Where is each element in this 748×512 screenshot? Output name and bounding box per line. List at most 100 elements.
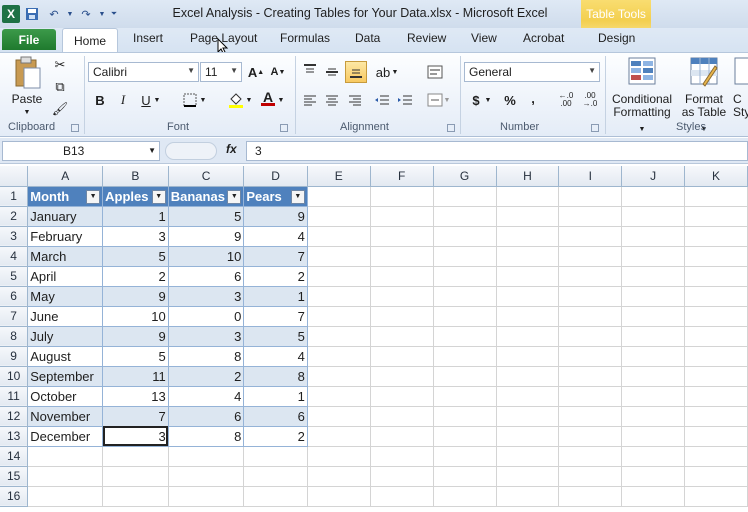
cell[interactable] [621, 446, 686, 467]
tab-file[interactable]: File [2, 29, 56, 50]
cell[interactable]: 1 [243, 386, 308, 407]
cell[interactable] [433, 406, 497, 427]
cell[interactable]: Pears ▼ [243, 186, 308, 207]
cell[interactable] [558, 306, 623, 327]
cell[interactable] [307, 366, 371, 387]
cell[interactable]: 5 [243, 326, 308, 347]
tab-review[interactable]: Review [407, 31, 446, 45]
cell[interactable]: 4 [168, 386, 245, 407]
column-header[interactable]: E [307, 166, 371, 187]
cell[interactable]: 8 [168, 426, 245, 447]
cell[interactable] [433, 466, 497, 487]
cell[interactable]: 2 [243, 426, 308, 447]
align-left-icon[interactable] [300, 90, 320, 110]
formula-bar-resize-handle[interactable] [165, 142, 217, 160]
tab-acrobat[interactable]: Acrobat [523, 31, 564, 45]
cell[interactable] [558, 326, 623, 347]
cell[interactable] [496, 286, 560, 307]
number-launcher-icon[interactable] [591, 124, 599, 132]
cell[interactable]: 7 [102, 406, 169, 427]
tab-data[interactable]: Data [355, 31, 380, 45]
cell[interactable] [370, 286, 434, 307]
cell[interactable] [684, 406, 748, 427]
cell[interactable] [558, 486, 623, 507]
cell[interactable] [168, 486, 245, 507]
cell[interactable] [558, 386, 623, 407]
cell[interactable] [307, 486, 371, 507]
conditional-formatting-button[interactable]: Conditional Formatting ▼ [609, 56, 675, 136]
cell[interactable]: February [27, 226, 104, 247]
cell[interactable] [621, 426, 686, 447]
tab-view[interactable]: View [471, 31, 497, 45]
cell[interactable]: 4 [243, 226, 308, 247]
cell[interactable] [684, 186, 748, 207]
cell[interactable]: 6 [243, 406, 308, 427]
row-header[interactable]: 1 [0, 186, 29, 207]
filter-dropdown-icon[interactable]: ▼ [86, 189, 101, 204]
cell[interactable] [370, 226, 434, 247]
align-bottom-icon[interactable] [345, 61, 367, 83]
cell[interactable]: 13 [102, 386, 169, 407]
column-header[interactable]: F [370, 166, 434, 187]
cell[interactable] [307, 386, 371, 407]
cell[interactable] [496, 426, 560, 447]
cell[interactable] [307, 206, 371, 227]
cell[interactable]: Apples ▼ [102, 186, 169, 207]
cell[interactable]: Bananas ▼ [168, 186, 245, 207]
cell[interactable] [433, 226, 497, 247]
underline-dropdown-icon[interactable]: ▼ [152, 90, 162, 110]
cell[interactable] [370, 486, 434, 507]
borders-dropdown-icon[interactable]: ▼ [198, 90, 208, 110]
cell[interactable]: 1 [102, 206, 169, 227]
row-header[interactable]: 4 [0, 246, 29, 267]
cell[interactable] [684, 426, 748, 447]
cell[interactable] [307, 446, 371, 467]
cell[interactable] [684, 266, 748, 287]
cell[interactable] [370, 326, 434, 347]
decrease-indent-icon[interactable] [372, 90, 392, 110]
cell[interactable]: July [27, 326, 104, 347]
cell[interactable] [558, 206, 623, 227]
cell[interactable] [243, 466, 308, 487]
formula-input[interactable]: 3 [246, 141, 748, 161]
cell[interactable] [370, 446, 434, 467]
cell[interactable] [496, 366, 560, 387]
row-header[interactable]: 13 [0, 426, 29, 447]
undo-dropdown-icon[interactable]: ▼ [66, 4, 74, 24]
cell[interactable] [621, 466, 686, 487]
paste-button[interactable]: Paste ▼ [8, 56, 46, 119]
cell[interactable] [370, 246, 434, 267]
cell[interactable] [433, 446, 497, 467]
cell[interactable]: November [27, 406, 104, 427]
cell[interactable] [370, 306, 434, 327]
filter-dropdown-icon[interactable]: ▼ [227, 189, 242, 204]
cell-styles-button[interactable]: C Sty [733, 56, 748, 119]
cell[interactable] [496, 266, 560, 287]
cell[interactable]: 0 [168, 306, 245, 327]
column-header[interactable]: C [168, 166, 245, 187]
cell[interactable] [684, 446, 748, 467]
tab-insert[interactable]: Insert [133, 31, 163, 45]
cell[interactable] [684, 486, 748, 507]
clipboard-launcher-icon[interactable] [71, 124, 79, 132]
cell[interactable] [370, 206, 434, 227]
column-header[interactable]: H [496, 166, 560, 187]
row-header[interactable]: 7 [0, 306, 29, 327]
cell[interactable] [621, 186, 686, 207]
undo-icon[interactable]: ↶ [44, 4, 64, 24]
cell[interactable]: June [27, 306, 104, 327]
alignment-launcher-icon[interactable] [447, 124, 455, 132]
column-header[interactable]: B [102, 166, 169, 187]
cell[interactable] [168, 446, 245, 467]
cell[interactable] [558, 466, 623, 487]
cell[interactable]: 5 [102, 246, 169, 267]
cell[interactable]: 3 [168, 286, 245, 307]
cell[interactable]: 9 [243, 206, 308, 227]
cell[interactable] [621, 366, 686, 387]
row-header[interactable]: 9 [0, 346, 29, 367]
cell[interactable] [243, 486, 308, 507]
cell[interactable] [621, 306, 686, 327]
cell[interactable] [496, 446, 560, 467]
cell[interactable] [558, 366, 623, 387]
column-header[interactable]: G [433, 166, 497, 187]
